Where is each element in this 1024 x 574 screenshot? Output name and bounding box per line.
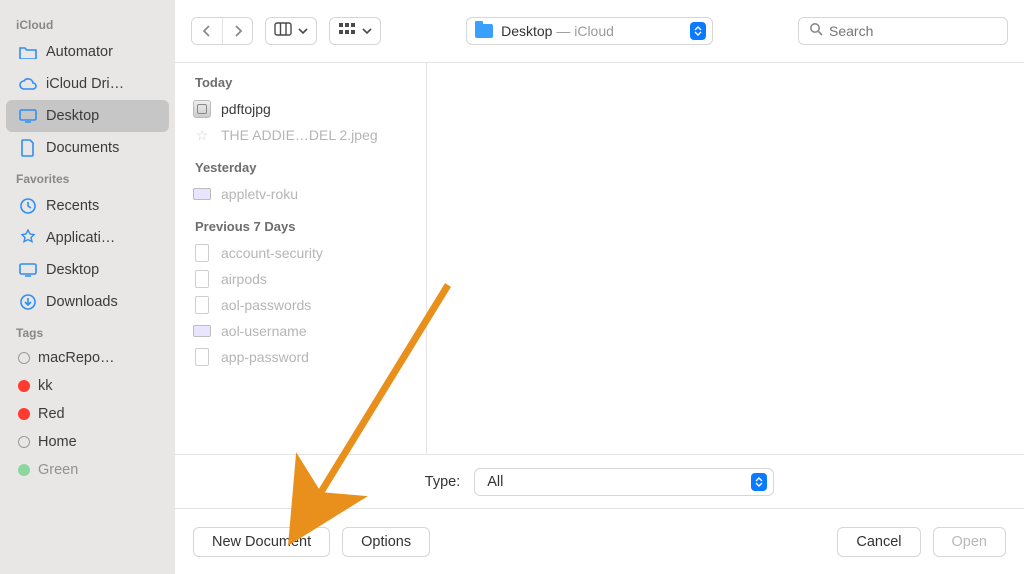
type-label: Type:: [425, 474, 460, 490]
tv-file-icon: [193, 185, 211, 203]
sidebar-item-recents[interactable]: Recents: [6, 190, 169, 222]
app-icon: [18, 228, 38, 248]
sidebar-item-desktop[interactable]: Desktop: [6, 100, 169, 132]
desktop-icon: [18, 106, 38, 126]
sidebar-item-automator[interactable]: Automator: [6, 36, 169, 68]
folder-icon: [475, 24, 493, 38]
back-button[interactable]: [192, 18, 222, 44]
search-field[interactable]: [798, 17, 1008, 45]
sidebar-item-desktop-fav[interactable]: Desktop: [6, 254, 169, 286]
list-item[interactable]: appletv-roku: [175, 181, 426, 207]
sidebar-tag-macrepo[interactable]: macRepo…: [6, 344, 169, 372]
sidebar-item-label: kk: [38, 378, 53, 394]
nav-segment: [191, 17, 253, 45]
sidebar-item-documents[interactable]: Documents: [6, 132, 169, 164]
open-button[interactable]: Open: [933, 527, 1006, 557]
file-name: aol-passwords: [221, 297, 311, 313]
options-button[interactable]: Options: [342, 527, 430, 557]
search-icon: [809, 22, 823, 41]
file-name: appletv-roku: [221, 186, 298, 202]
path-label: Desktop — iCloud: [501, 23, 614, 39]
folder-icon: [18, 42, 38, 62]
toolbar: Desktop — iCloud: [175, 0, 1024, 62]
tag-circle-icon: [18, 352, 30, 364]
chevron-down-icon: [298, 22, 308, 40]
file-name: aol-username: [221, 323, 307, 339]
search-input[interactable]: [829, 23, 997, 39]
sidebar-item-label: Recents: [46, 198, 99, 214]
sidebar-item-label: Home: [38, 434, 77, 450]
path-control[interactable]: Desktop — iCloud: [466, 17, 713, 45]
type-value: All: [487, 474, 503, 490]
tag-circle-icon: [18, 380, 30, 392]
automator-file-icon: [193, 100, 211, 118]
sidebar-item-label: Red: [38, 406, 65, 422]
sidebar-section-header: Favorites: [0, 164, 175, 190]
star-icon: ☆: [193, 126, 211, 144]
list-item[interactable]: app-password: [175, 344, 426, 370]
sidebar-section-header: iCloud: [0, 10, 175, 36]
cloud-icon: [18, 74, 38, 94]
file-name: app-password: [221, 349, 309, 365]
new-document-button[interactable]: New Document: [193, 527, 330, 557]
list-item[interactable]: airpods: [175, 266, 426, 292]
page-icon: [193, 244, 211, 262]
list-group-header: Yesterday: [175, 148, 426, 181]
sidebar-item-label: Downloads: [46, 294, 118, 310]
up-down-icon: [690, 22, 706, 40]
grid-icon: [338, 22, 356, 41]
view-columns-button[interactable]: [265, 17, 317, 45]
list-item[interactable]: aol-passwords: [175, 292, 426, 318]
list-item[interactable]: aol-username: [175, 318, 426, 344]
file-name: pdftojpg: [221, 101, 271, 117]
cancel-button[interactable]: Cancel: [837, 527, 920, 557]
type-select[interactable]: All: [474, 468, 774, 496]
page-icon: [193, 296, 211, 314]
sidebar: iCloud Automator iCloud Dri… Desktop Doc…: [0, 0, 175, 574]
sidebar-section-header: Tags: [0, 318, 175, 344]
file-list-column[interactable]: Today pdftojpg ☆ THE ADDIE…DEL 2.jpeg Ye…: [175, 63, 427, 454]
sidebar-item-downloads[interactable]: Downloads: [6, 286, 169, 318]
tag-circle-icon: [18, 464, 30, 476]
footer: New Document Options Cancel Open: [175, 508, 1024, 574]
list-item[interactable]: pdftojpg: [175, 96, 426, 122]
up-down-icon: [751, 473, 767, 491]
sidebar-item-label: Applicati…: [46, 230, 115, 246]
sidebar-item-icloud-drive[interactable]: iCloud Dri…: [6, 68, 169, 100]
list-group-header: Previous 7 Days: [175, 207, 426, 240]
sidebar-item-label: iCloud Dri…: [46, 76, 124, 92]
tag-circle-icon: [18, 408, 30, 420]
sidebar-item-label: Automator: [46, 44, 113, 60]
desktop-icon: [18, 260, 38, 280]
sidebar-item-label: Desktop: [46, 108, 99, 124]
list-item[interactable]: ☆ THE ADDIE…DEL 2.jpeg: [175, 122, 426, 148]
forward-button[interactable]: [222, 18, 252, 44]
sidebar-tag-red[interactable]: Red: [6, 400, 169, 428]
sidebar-item-label: Desktop: [46, 262, 99, 278]
preview-pane: [427, 63, 1024, 454]
sidebar-item-label: macRepo…: [38, 350, 115, 366]
file-name: airpods: [221, 271, 267, 287]
page-icon: [193, 270, 211, 288]
columns-icon: [274, 22, 292, 41]
file-name: account-security: [221, 245, 323, 261]
sidebar-tag-kk[interactable]: kk: [6, 372, 169, 400]
list-item[interactable]: account-security: [175, 240, 426, 266]
chevron-down-icon: [362, 22, 372, 40]
sidebar-item-applications[interactable]: Applicati…: [6, 222, 169, 254]
tag-circle-icon: [18, 436, 30, 448]
page-icon: [193, 348, 211, 366]
clock-icon: [18, 196, 38, 216]
file-name: THE ADDIE…DEL 2.jpeg: [221, 127, 378, 143]
document-icon: [18, 138, 38, 158]
sidebar-tag-green[interactable]: Green: [6, 456, 169, 484]
sidebar-item-label: Documents: [46, 140, 119, 156]
tv-file-icon: [193, 322, 211, 340]
sidebar-tag-home[interactable]: Home: [6, 428, 169, 456]
list-group-header: Today: [175, 63, 426, 96]
type-row: Type: All: [175, 454, 1024, 508]
sidebar-item-label: Green: [38, 462, 78, 478]
download-icon: [18, 292, 38, 312]
group-button[interactable]: [329, 17, 381, 45]
